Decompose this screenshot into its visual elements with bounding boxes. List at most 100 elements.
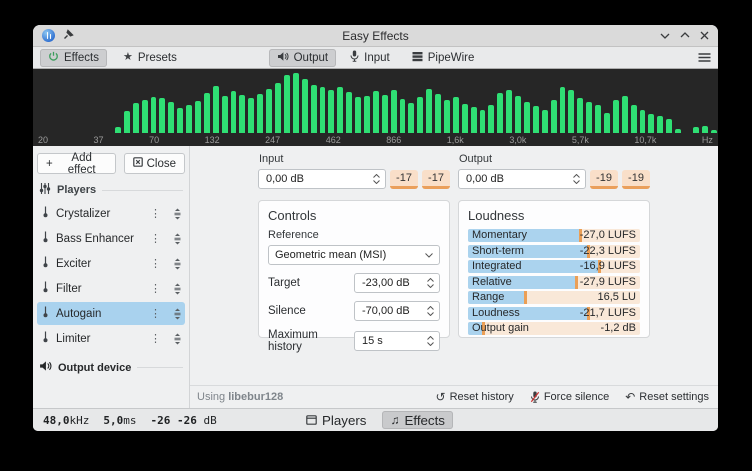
item-menu-icon[interactable]: ⋮ [150,207,161,220]
item-menu-icon[interactable]: ⋮ [150,282,161,295]
drag-handle-icon[interactable] [173,308,182,320]
statusbar-tab-players[interactable]: Players [298,411,374,429]
spectrum-bar [328,90,334,133]
close-window-icon[interactable] [700,31,709,40]
loudness-row-loudness: Loudness-21,7 LUFS [468,307,640,320]
pipewire-icon [412,51,423,65]
titlebar[interactable]: Easy Effects [33,25,718,47]
window-title: Easy Effects [33,29,718,43]
freq-label: 37 [94,135,104,145]
spectrum-bar [586,102,592,133]
freq-label: 132 [205,135,220,145]
sidebar-item-crystalizer[interactable]: Crystalizer⋮ [37,202,185,225]
loudness-metric-label: Integrated [472,260,522,273]
sidebar-item-exciter[interactable]: Exciter⋮ [37,252,185,275]
freq-label: 1,6k [447,135,464,145]
spectrum-bar [320,87,326,133]
loudness-title: Loudness [468,208,640,223]
maximum-history-spinbox[interactable]: 15 s [354,331,440,351]
loudness-row-output-gain: Output gain-1,2 dB [468,322,640,335]
spectrum-bar [391,90,397,133]
tab-output[interactable]: Output [269,49,337,67]
spinbox-arrows-icon[interactable] [573,174,580,184]
spectrum-bar [551,100,557,133]
spectrum-bar [462,104,468,133]
output-level-meter-right: -19 [622,170,650,189]
drag-handle-icon[interactable] [173,233,182,245]
spinbox-arrows-icon[interactable] [427,278,434,288]
plus-icon: + [46,158,53,170]
muted-microphone-icon [530,391,540,403]
loudness-metric-label: Short-term [472,245,524,258]
spectrum-bar [515,96,521,133]
freq-label: 10,7k [634,135,656,145]
music-note-icon: ♫ [390,414,399,426]
hamburger-menu-icon[interactable] [698,53,711,62]
pin-icon[interactable] [63,29,74,43]
loudness-row-integrated: Integrated-16,9 LUFS [468,260,640,273]
chevron-down-icon [425,249,433,261]
statusbar: 48,0kHz5,0ms-26 -26 dB Players ♫ Effects [33,408,718,431]
item-menu-icon[interactable]: ⋮ [150,307,161,320]
spectrum-bar [275,83,281,133]
spectrum-bar [480,110,486,133]
spectrum-bar [168,102,174,133]
spectrum-bar [453,97,459,133]
spectrum-bar [560,87,566,133]
drag-handle-icon[interactable] [173,258,182,270]
spinbox-arrows-icon[interactable] [427,336,434,346]
spectrum-bar [311,85,317,133]
reference-label: Reference [268,229,440,241]
loudness-marker [524,291,527,304]
spectrum-bar [604,113,610,133]
spectrum-bar [177,108,183,133]
silence-spinbox[interactable]: -70,00 dB [354,301,440,321]
freq-label: 866 [386,135,401,145]
sidebar-item-autogain[interactable]: Autogain⋮ [37,302,185,325]
spectrum-bar [231,91,237,133]
item-menu-icon[interactable]: ⋮ [150,332,161,345]
minimize-icon[interactable] [660,32,670,39]
output-gain-label: Output [459,153,650,165]
target-spinbox[interactable]: -23,00 dB [354,273,440,293]
effect-plugin-icon [41,206,50,221]
loudness-row-relative: Relative-27,9 LUFS [468,276,640,289]
spectrum-bar [542,110,548,133]
tab-input[interactable]: Input [342,49,398,67]
close-panel-icon [133,157,143,170]
sidebar-item-filter[interactable]: Filter⋮ [37,277,185,300]
output-gain-spinbox[interactable]: 0,00 dB [458,169,586,189]
input-gain-label: Input [259,153,450,165]
sidebar-item-bass-enhancer[interactable]: Bass Enhancer⋮ [37,227,185,250]
input-level-meter-left: -17 [390,170,418,189]
effects-sidebar: + Add effect Close Players Crystalizer⋮B… [33,146,190,408]
reference-dropdown[interactable]: Geometric mean (MSI) [268,245,440,265]
spinbox-arrows-icon[interactable] [427,306,434,316]
item-menu-icon[interactable]: ⋮ [150,257,161,270]
statusbar-tab-effects[interactable]: ♫ Effects [382,411,453,429]
spectrum-bar [444,100,450,133]
maximize-icon[interactable] [680,32,690,39]
drag-handle-icon[interactable] [173,283,182,295]
close-sidebar-button[interactable]: Close [124,153,185,174]
force-silence-button[interactable]: Force silence [530,391,609,403]
spectrum-bar [702,126,708,133]
reset-settings-button[interactable]: ↶ Reset settings [625,391,709,403]
item-menu-icon[interactable]: ⋮ [150,232,161,245]
spectrum-bar [257,94,263,133]
loudness-metric-label: Momentary [472,229,527,242]
loudness-row-range: Range16,5 LU [468,291,640,304]
tab-pipewire[interactable]: PipeWire [404,49,483,67]
input-gain-spinbox[interactable]: 0,00 dB [258,169,386,189]
add-effect-button[interactable]: + Add effect [37,153,116,174]
loudness-metric-value: -27,9 LUFS [580,276,636,289]
effect-plugin-icon [41,331,50,346]
silence-label: Silence [268,305,306,317]
spectrum-bar [302,79,308,133]
drag-handle-icon[interactable] [173,208,182,220]
drag-handle-icon[interactable] [173,333,182,345]
sidebar-item-limiter[interactable]: Limiter⋮ [37,327,185,350]
reset-history-button[interactable]: ↺ Reset history [436,391,514,403]
spinbox-arrows-icon[interactable] [373,174,380,184]
spectrum-bar [373,91,379,133]
